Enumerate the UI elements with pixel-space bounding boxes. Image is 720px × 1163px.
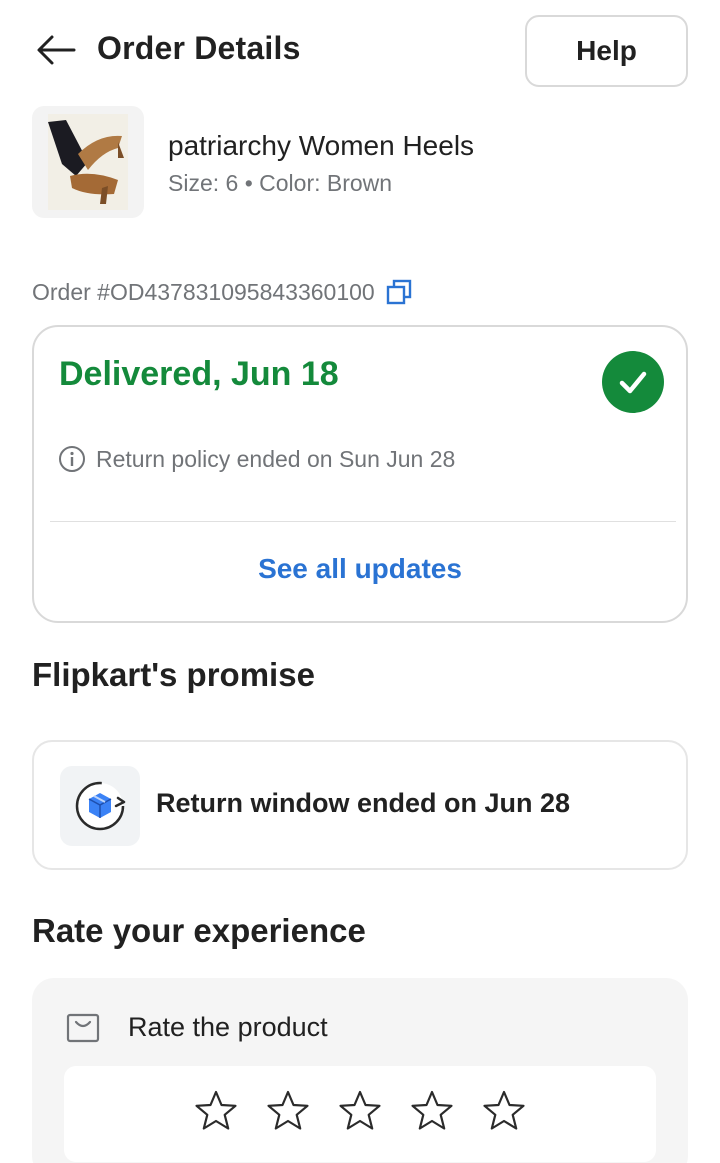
delivery-status-title: Delivered, Jun 18	[59, 355, 339, 393]
star-4-icon[interactable]	[410, 1089, 454, 1133]
rate-product-panel: Rate the product	[32, 978, 688, 1163]
delivery-status-card: Delivered, Jun 18 Return policy ended on…	[32, 325, 688, 623]
star-3-icon[interactable]	[338, 1089, 382, 1133]
product-name[interactable]: patriarchy Women Heels	[168, 130, 474, 162]
back-button[interactable]	[34, 30, 78, 70]
return-policy-text: Return policy ended on Sun Jun 28	[96, 445, 456, 472]
rate-product-row: Rate the product	[66, 1012, 328, 1043]
return-window-text: Return window ended on Jun 28	[156, 788, 571, 818]
promise-card[interactable]: Return window ended on Jun 28	[32, 740, 688, 870]
return-box-icon	[60, 766, 140, 846]
copy-icon[interactable]	[385, 278, 413, 306]
promise-section-title: Flipkart's promise	[32, 656, 315, 693]
page-title: Order Details	[97, 30, 301, 66]
product-meta: Size: 6 • Color: Brown	[168, 170, 393, 196]
star-1-icon[interactable]	[194, 1089, 238, 1133]
help-button[interactable]: Help	[525, 15, 688, 87]
star-5-icon[interactable]	[482, 1089, 526, 1133]
order-id: Order #OD437831095843360100	[32, 278, 375, 305]
return-policy-row: Return policy ended on Sun Jun 28	[58, 445, 455, 473]
info-icon	[59, 446, 85, 472]
order-id-row: Order #OD437831095843360100	[32, 278, 413, 306]
bag-icon	[66, 1013, 100, 1042]
product-image[interactable]	[32, 106, 144, 218]
divider	[50, 521, 676, 522]
rate-product-label: Rate the product	[128, 1012, 328, 1042]
star-rating	[64, 1066, 656, 1162]
star-2-icon[interactable]	[266, 1089, 310, 1133]
see-all-updates-link[interactable]: See all updates	[34, 553, 686, 585]
header: Order Details Help	[0, 0, 720, 100]
rate-section-title: Rate your experience	[32, 912, 366, 949]
check-circle-icon	[602, 351, 664, 413]
arrow-left-icon	[37, 35, 76, 65]
product-heels-image	[48, 114, 128, 210]
